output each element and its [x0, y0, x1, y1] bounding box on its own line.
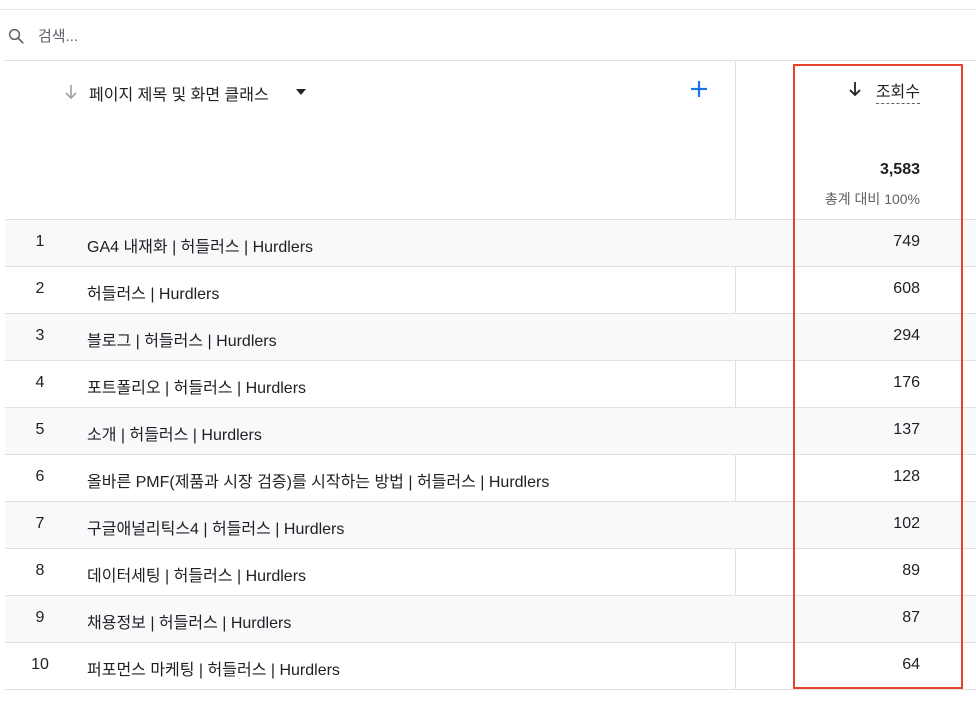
row-value: 102	[893, 515, 920, 532]
table-row[interactable]: 5 소개 | 허들러스 | Hurdlers 137	[5, 407, 976, 454]
row-index: 5	[35, 421, 45, 438]
table-row[interactable]: 8 데이터세팅 | 허들러스 | Hurdlers 89	[5, 548, 976, 595]
metric-sort-arrow-down-icon[interactable]	[848, 81, 862, 97]
row-value: 128	[893, 468, 920, 485]
row-index: 3	[35, 327, 45, 344]
row-title: 구글애널리틱스4 | 허들러스 | Hurdlers	[87, 521, 345, 538]
row-index: 9	[35, 609, 45, 626]
row-value: 137	[893, 421, 920, 438]
table-row[interactable]: 6 올바른 PMF(제품과 시장 검증)를 시작하는 방법 | 허들러스 | H…	[5, 454, 976, 501]
row-title: 데이터세팅 | 허들러스 | Hurdlers	[87, 568, 307, 585]
row-index: 1	[35, 233, 45, 250]
sort-arrow-down-icon[interactable]	[64, 84, 78, 100]
row-value: 87	[902, 609, 920, 626]
row-index: 7	[35, 515, 45, 532]
table-row[interactable]: 9 채용정보 | 허들러스 | Hurdlers 87	[5, 595, 976, 642]
search-icon	[8, 28, 24, 44]
row-title: 올바른 PMF(제품과 시장 검증)를 시작하는 방법 | 허들러스 | Hur…	[87, 474, 550, 491]
row-value: 608	[893, 280, 920, 297]
search-input[interactable]: 검색...	[38, 25, 78, 46]
row-value: 89	[902, 562, 920, 579]
row-index: 2	[35, 280, 45, 297]
row-title: 퍼포먼스 마케팅 | 허들러스 | Hurdlers	[87, 662, 340, 679]
row-index: 4	[35, 374, 45, 391]
table-row[interactable]: 7 구글애널리틱스4 | 허들러스 | Hurdlers 102	[5, 501, 976, 548]
row-index: 10	[31, 656, 49, 673]
row-value: 749	[893, 233, 920, 250]
row-value: 294	[893, 327, 920, 344]
table-body: 1 GA4 내재화 | 허들러스 | Hurdlers 749 2 허들러스 |…	[5, 219, 976, 690]
table-row[interactable]: 10 퍼포먼스 마케팅 | 허들러스 | Hurdlers 64	[5, 642, 976, 690]
row-title: 허들러스 | Hurdlers	[87, 286, 220, 303]
row-index: 8	[35, 562, 45, 579]
table-row[interactable]: 4 포트폴리오 | 허들러스 | Hurdlers 176	[5, 360, 976, 407]
row-value: 176	[893, 374, 920, 391]
table-row[interactable]: 3 블로그 | 허들러스 | Hurdlers 294	[5, 313, 976, 360]
row-value: 64	[902, 656, 920, 673]
row-title: 포트폴리오 | 허들러스 | Hurdlers	[87, 380, 307, 397]
table-row[interactable]: 2 허들러스 | Hurdlers 608	[5, 266, 976, 313]
row-index: 6	[35, 468, 45, 485]
row-title: 채용정보 | 허들러스 | Hurdlers	[87, 615, 292, 632]
search-bar[interactable]: 검색...	[0, 10, 976, 60]
metric-total: 3,583	[879, 161, 920, 178]
row-title: 소개 | 허들러스 | Hurdlers	[87, 427, 262, 444]
row-title: 블로그 | 허들러스 | Hurdlers	[87, 333, 277, 350]
metric-header-label[interactable]: 조회수	[875, 78, 920, 104]
dimension-dropdown-icon[interactable]	[296, 89, 306, 95]
row-title: GA4 내재화 | 허들러스 | Hurdlers	[87, 239, 314, 256]
dimension-header-label[interactable]: 페이지 제목 및 화면 클래스	[89, 81, 269, 105]
metric-total-percent: 총계 대비 100%	[824, 191, 920, 207]
table-row[interactable]: 1 GA4 내재화 | 허들러스 | Hurdlers 749	[5, 219, 976, 266]
add-dimension-icon[interactable]	[689, 79, 709, 99]
